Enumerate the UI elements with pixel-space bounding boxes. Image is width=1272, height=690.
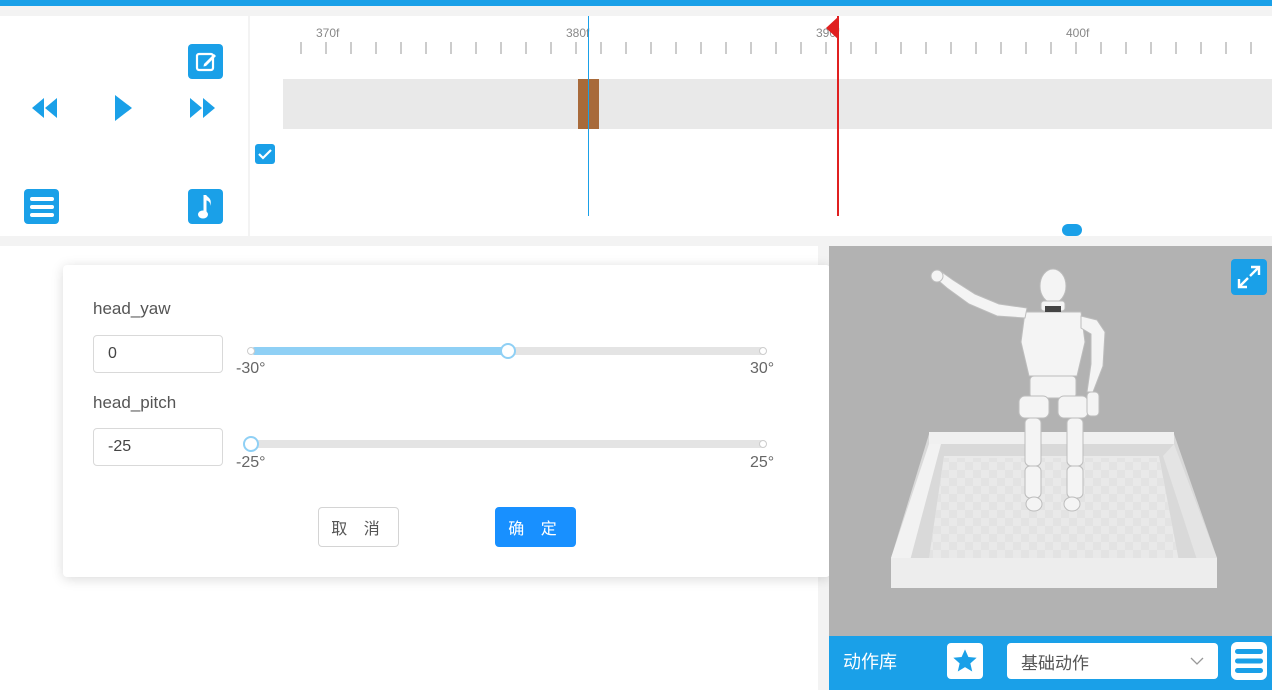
head-yaw-slider[interactable] — [247, 343, 767, 359]
play-icon — [115, 95, 132, 121]
menu-icon — [1235, 649, 1263, 673]
param-label-head-pitch: head_pitch — [93, 393, 177, 412]
robot-3d-viewport[interactable] — [829, 246, 1272, 636]
tick-label-380: 380f — [566, 26, 590, 40]
fast-forward-icon — [190, 98, 215, 118]
track-checkbox[interactable] — [255, 144, 275, 164]
param-label-head-yaw: head_yaw — [93, 299, 171, 318]
slider-max-dot — [759, 347, 767, 355]
menu-icon — [29, 196, 54, 217]
joint-parameter-dialog: head_yaw -30° 30° head_pitch -25° 25° — [63, 265, 830, 577]
head-pitch-input[interactable] — [93, 428, 223, 466]
head-yaw-max-label: 30° — [750, 360, 775, 377]
head-yaw-min-label: -30° — [236, 360, 266, 377]
fast-forward-button[interactable] — [187, 94, 219, 122]
selection-marker — [588, 16, 589, 216]
edit-icon — [195, 52, 216, 71]
timeline-scrollbar[interactable] — [1062, 224, 1082, 236]
music-note-icon — [197, 194, 211, 218]
action-category-select[interactable]: 基础动作 — [1007, 643, 1218, 679]
action-library-label: 动作库 — [843, 652, 897, 672]
music-button[interactable] — [188, 189, 223, 224]
action-category-value: 基础动作 — [1021, 653, 1089, 673]
head-pitch-slider[interactable] — [243, 436, 767, 452]
edit-button[interactable] — [188, 44, 223, 79]
slider-min-dot — [247, 347, 255, 355]
expand-icon — [1237, 265, 1261, 289]
playhead-line[interactable] — [837, 16, 839, 216]
fullscreen-button[interactable] — [1231, 259, 1267, 295]
play-button[interactable] — [110, 92, 136, 124]
chevron-down-icon — [1190, 657, 1204, 665]
head-pitch-slider-handle[interactable] — [243, 436, 259, 452]
timeline-track[interactable] — [283, 79, 1272, 129]
tick-label-400: 400f — [1066, 26, 1090, 40]
head-yaw-slider-handle[interactable] — [499, 343, 516, 359]
rewind-icon — [32, 98, 57, 118]
slider-max-dot — [759, 440, 767, 448]
playback-controls — [0, 16, 248, 236]
favorites-button[interactable] — [947, 643, 983, 679]
robot-scene-illustration — [891, 268, 1217, 588]
tick-label-370: 370f — [316, 26, 340, 40]
head-yaw-input[interactable] — [93, 335, 223, 373]
playhead-handle[interactable] — [826, 16, 839, 40]
head-pitch-max-label: 25° — [750, 454, 775, 471]
timeline-ticks — [300, 42, 1252, 54]
library-menu-button[interactable] — [1231, 642, 1267, 680]
rewind-button[interactable] — [28, 94, 60, 122]
checkbox-checked-icon — [258, 149, 272, 160]
cancel-button[interactable]: 取 消 — [318, 507, 399, 547]
head-pitch-min-label: -25° — [236, 454, 266, 471]
menu-button[interactable] — [24, 189, 59, 224]
star-icon — [953, 649, 977, 672]
confirm-button[interactable]: 确 定 — [495, 507, 576, 547]
